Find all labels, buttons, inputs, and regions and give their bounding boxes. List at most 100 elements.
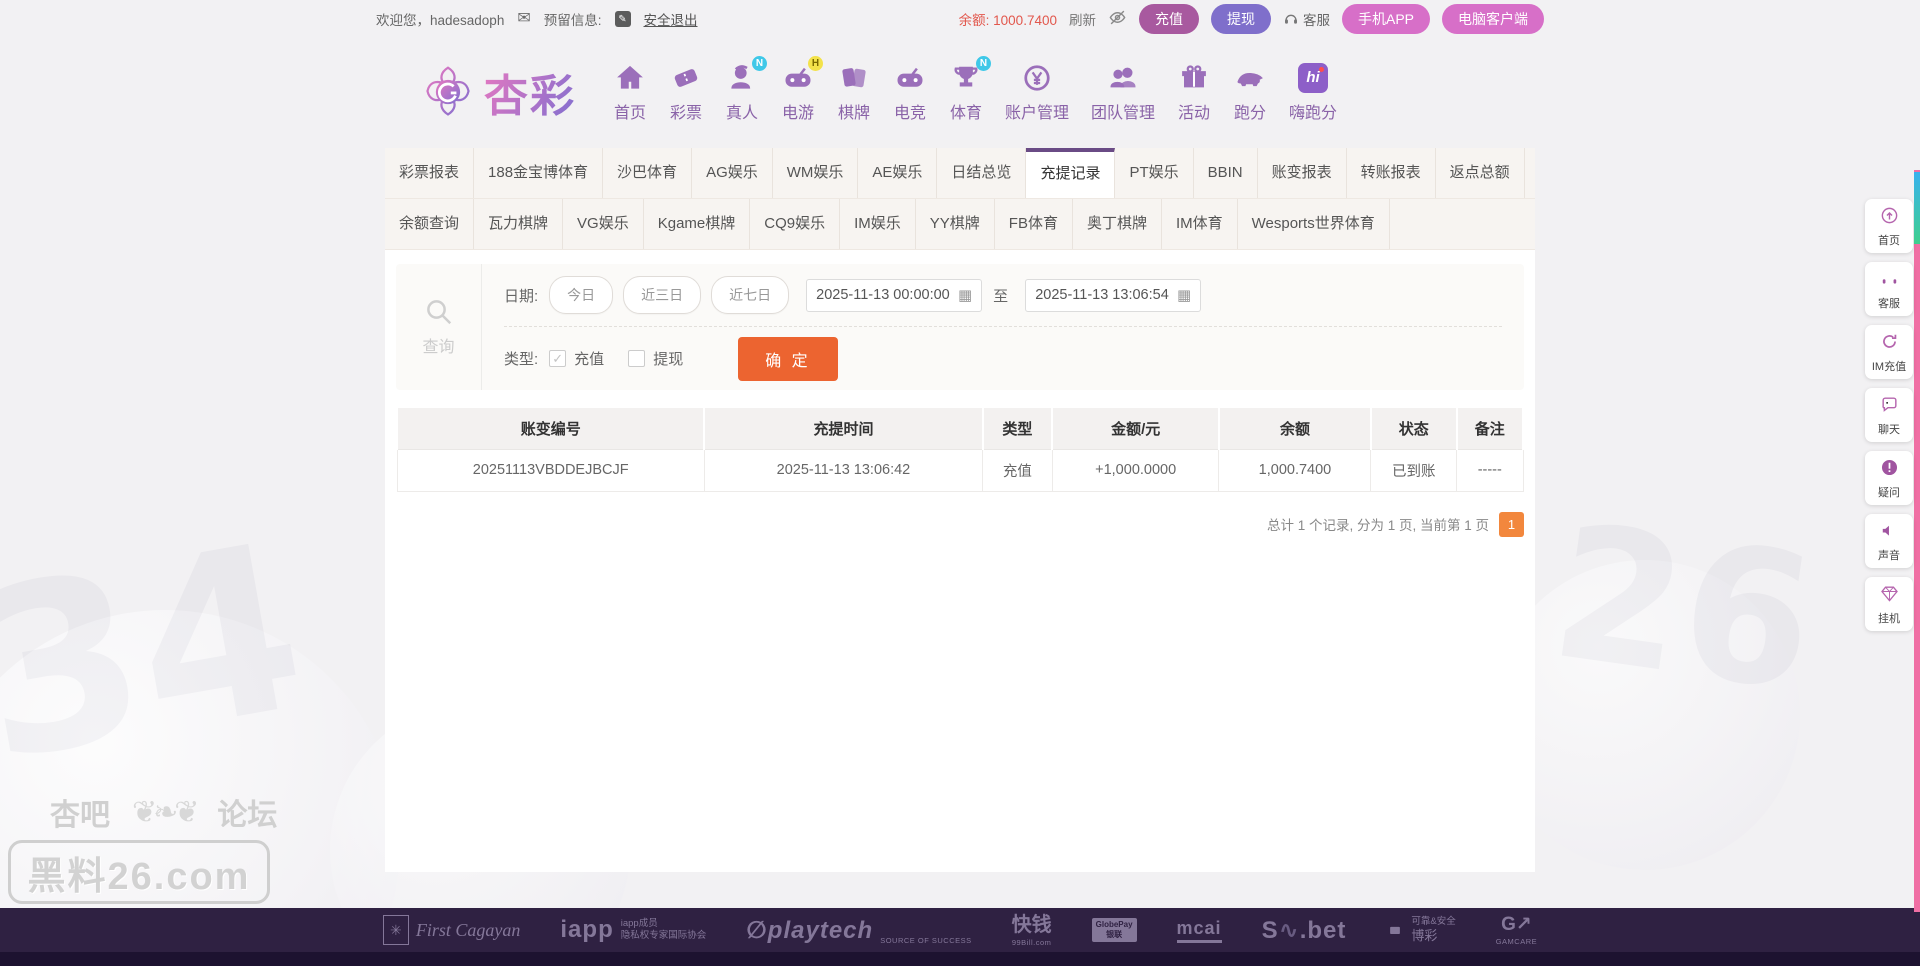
main-panel: 彩票报表188金宝博体育沙巴体育AG娱乐WM娱乐AE娱乐日结总览充提记录PT娱乐… [385, 148, 1535, 872]
tab-AE娱乐[interactable]: AE娱乐 [858, 148, 937, 198]
type-options: 充值提现 [549, 348, 699, 369]
nav-item-10[interactable]: 活动 [1166, 62, 1222, 123]
page-1-button[interactable]: 1 [1499, 512, 1524, 537]
checkbox-提现[interactable] [628, 350, 645, 367]
tab-转账报表[interactable]: 转账报表 [1347, 148, 1436, 198]
seal-icon: ✳ [383, 915, 409, 945]
deposit-button[interactable]: 充值 [1139, 4, 1199, 34]
scrollbar-track[interactable] [1914, 170, 1920, 912]
nav-item-label: 彩票 [670, 99, 702, 123]
tab-AG娱乐[interactable]: AG娱乐 [692, 148, 773, 198]
calendar-icon[interactable]: ▦ [958, 286, 972, 304]
nav-item-11[interactable]: 跑分 [1222, 62, 1278, 123]
column-header: 类型 [983, 407, 1053, 449]
quick-range-近七日[interactable]: 近七日 [711, 276, 789, 314]
partner-logo-first-cagayan: ✳First Cagayan [383, 915, 521, 945]
gamepad-icon: H [781, 62, 815, 94]
nav-item-6[interactable]: 电竞 [882, 62, 938, 123]
scrollbar-thumb[interactable] [1914, 172, 1920, 244]
tab-188金宝博体育[interactable]: 188金宝博体育 [474, 148, 603, 198]
rhino-icon [1233, 62, 1267, 94]
chat-icon [1880, 395, 1899, 414]
header: 杏彩 首页彩票N真人H电游棋牌电竞N体育账户管理团队管理活动跑分hi嗨跑分 [0, 38, 1920, 146]
nav-item-1[interactable]: 首页 [602, 62, 658, 123]
refresh-link[interactable]: 刷新 [1069, 9, 1096, 29]
tab-FB体育[interactable]: FB体育 [995, 199, 1073, 249]
side-item-label: 疑问 [1866, 484, 1912, 500]
side-item-声音[interactable]: 声音 [1865, 514, 1913, 568]
confirm-button[interactable]: 确 定 [738, 337, 837, 381]
edit-icon[interactable]: ✎ [615, 11, 631, 27]
esports-icon [893, 62, 927, 94]
tab-PT娱乐[interactable]: PT娱乐 [1115, 148, 1193, 198]
decor-digit-right: 26 [1541, 483, 1826, 733]
side-item-客服[interactable]: 客服 [1865, 262, 1913, 316]
nav-item-4[interactable]: H电游 [770, 62, 826, 123]
partner-logo-gamcare: G↗GAMCARE [1496, 913, 1537, 946]
mail-icon[interactable]: ✉ [517, 11, 530, 27]
column-header: 充提时间 [704, 407, 982, 449]
nav-item-label: 嗨跑分 [1289, 99, 1337, 123]
logout-link[interactable]: 安全退出 [644, 9, 698, 29]
nav-item-8[interactable]: 账户管理 [994, 62, 1080, 123]
side-item-首页[interactable]: 首页 [1865, 199, 1913, 253]
tab-WM娱乐[interactable]: WM娱乐 [773, 148, 859, 198]
tab-余额查询[interactable]: 余额查询 [385, 199, 474, 249]
nav-item-7[interactable]: N体育 [938, 62, 994, 123]
checkbox-label: 提现 [653, 348, 683, 369]
tab-充提记录[interactable]: 充提记录 [1026, 148, 1115, 198]
table-cell: 20251113VBDDEJBCJF [397, 449, 704, 491]
side-toolbar: 首页客服 IM充值聊天疑问声音挂机 [1865, 199, 1913, 631]
tab-彩票报表[interactable]: 彩票报表 [385, 148, 474, 198]
balance-value: 1000.7400 [993, 13, 1057, 28]
tab-BBIN[interactable]: BBIN [1194, 148, 1258, 198]
footer-strip [0, 952, 1920, 966]
nav-item-5[interactable]: 棋牌 [826, 62, 882, 123]
tab-奥丁棋牌[interactable]: 奥丁棋牌 [1073, 199, 1162, 249]
nav-item-label: 真人 [726, 99, 758, 123]
column-header: 备注 [1457, 407, 1523, 449]
gift-icon [1177, 62, 1211, 94]
tab-YY棋牌[interactable]: YY棋牌 [916, 199, 995, 249]
customer-service-link[interactable]: 客服 [1283, 9, 1330, 29]
mobile-app-button[interactable]: 手机APP [1342, 4, 1430, 34]
arrow-up-circle-icon [1880, 206, 1899, 225]
withdraw-button[interactable]: 提现 [1211, 4, 1271, 34]
tab-沙巴体育[interactable]: 沙巴体育 [603, 148, 692, 198]
nav-item-9[interactable]: 团队管理 [1080, 62, 1166, 123]
checkbox-充值[interactable] [549, 350, 566, 367]
tab-IM体育[interactable]: IM体育 [1162, 199, 1238, 249]
quick-range-今日[interactable]: 今日 [549, 276, 613, 314]
date-to-input[interactable]: 2025-11-13 13:06:54 ▦ [1025, 279, 1201, 312]
date-from-input[interactable]: 2025-11-13 00:00:00 ▦ [806, 279, 982, 312]
tab-日结总览[interactable]: 日结总览 [937, 148, 1026, 198]
tab-返点总额[interactable]: 返点总额 [1436, 148, 1525, 198]
nav-item-label: 电竞 [894, 99, 926, 123]
tab-IM娱乐[interactable]: IM娱乐 [840, 199, 916, 249]
eye-off-icon[interactable] [1108, 8, 1127, 30]
side-item-IM充值[interactable]: IM充值 [1865, 325, 1913, 379]
page: 34 26 杏吧 ❦❧❦ 论坛 黑料26.com 欢迎您，hadesadoph … [0, 0, 1920, 966]
side-item-疑问[interactable]: 疑问 [1865, 451, 1913, 505]
tab-VG娱乐[interactable]: VG娱乐 [563, 199, 644, 249]
tab-瓦力棋牌[interactable]: 瓦力棋牌 [474, 199, 563, 249]
partner-logo-sbet: S∿.bet [1262, 916, 1347, 945]
tab-Kgame棋牌[interactable]: Kgame棋牌 [644, 199, 751, 249]
badge-n: N [752, 56, 767, 71]
site-logo[interactable]: 杏彩 [420, 60, 576, 124]
nav-item-3[interactable]: N真人 [714, 62, 770, 123]
side-item-label: IM充值 [1866, 358, 1912, 374]
quick-range-近三日[interactable]: 近三日 [623, 276, 701, 314]
tab-CQ9娱乐[interactable]: CQ9娱乐 [750, 199, 840, 249]
side-item-聊天[interactable]: 聊天 [1865, 388, 1913, 442]
watermark-brand-left: 杏吧 [50, 790, 110, 834]
tab-账变报表[interactable]: 账变报表 [1258, 148, 1347, 198]
hi-app-icon: hi [1296, 62, 1330, 94]
nav-item-12[interactable]: hi 嗨跑分 [1278, 62, 1348, 123]
nav-item-2[interactable]: 彩票 [658, 62, 714, 123]
calendar-icon[interactable]: ▦ [1177, 286, 1191, 304]
pc-client-button[interactable]: 电脑客户端 [1442, 4, 1544, 34]
tab-Wesports世界体育[interactable]: Wesports世界体育 [1238, 199, 1390, 249]
main-nav: 首页彩票 N真人H电游棋牌电竞 N体育账户管理团队管理活动跑分 hi 嗨跑分 [602, 62, 1348, 123]
side-item-挂机[interactable]: 挂机 [1865, 577, 1913, 631]
